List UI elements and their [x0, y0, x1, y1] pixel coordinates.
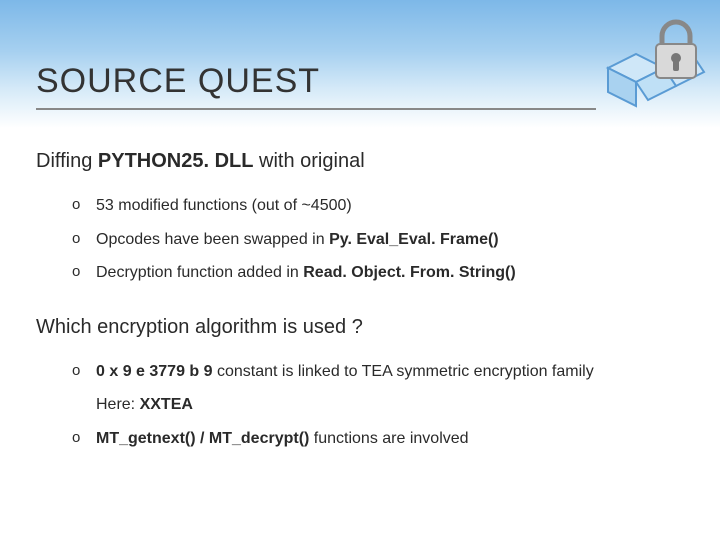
item-bold: MT_getnext() / MT_decrypt()	[96, 430, 309, 447]
list-item: Here: XXTEA	[72, 394, 684, 416]
item-pre: Decryption function added in	[96, 264, 303, 281]
list-item: MT_getnext() / MT_decrypt() functions ar…	[72, 428, 684, 450]
list-item: Decryption function added in Read. Objec…	[72, 262, 684, 284]
item-pre: Opcodes have been swapped in	[96, 231, 329, 248]
section1-heading-pre: Diffing	[36, 150, 98, 172]
section1-heading-bold: PYTHON25. DLL	[98, 150, 254, 172]
item-post: constant is linked to TEA symmetric encr…	[213, 363, 594, 380]
list-item: 0 x 9 e 3779 b 9 constant is linked to T…	[72, 361, 684, 383]
section1-heading: Diffing PYTHON25. DLL with original	[36, 150, 684, 173]
list-item: Opcodes have been swapped in Py. Eval_Ev…	[72, 229, 684, 251]
list-item: 53 modified functions (out of ~4500)	[72, 195, 684, 217]
item-bold: XXTEA	[140, 396, 193, 413]
item-bold: 0 x 9 e 3779 b 9	[96, 363, 213, 380]
slide-content: Diffing PYTHON25. DLL with original 53 m…	[36, 150, 684, 478]
section1-heading-post: with original	[253, 150, 364, 172]
title-underline	[36, 108, 596, 110]
item-bold: Py. Eval_Eval. Frame()	[329, 231, 499, 248]
item-post: functions are involved	[309, 430, 468, 447]
item-pre: Here:	[96, 396, 140, 413]
slide-title: SOURCE QUEST	[36, 62, 320, 101]
section2-heading: Which encryption algorithm is used ?	[36, 316, 684, 339]
lock-box-icon	[602, 8, 712, 118]
section2-list: 0 x 9 e 3779 b 9 constant is linked to T…	[72, 361, 684, 450]
section1-list: 53 modified functions (out of ~4500) Opc…	[72, 195, 684, 284]
item-bold: Read. Object. From. String()	[303, 264, 515, 281]
item-pre: 53 modified functions (out of ~4500)	[96, 197, 352, 214]
